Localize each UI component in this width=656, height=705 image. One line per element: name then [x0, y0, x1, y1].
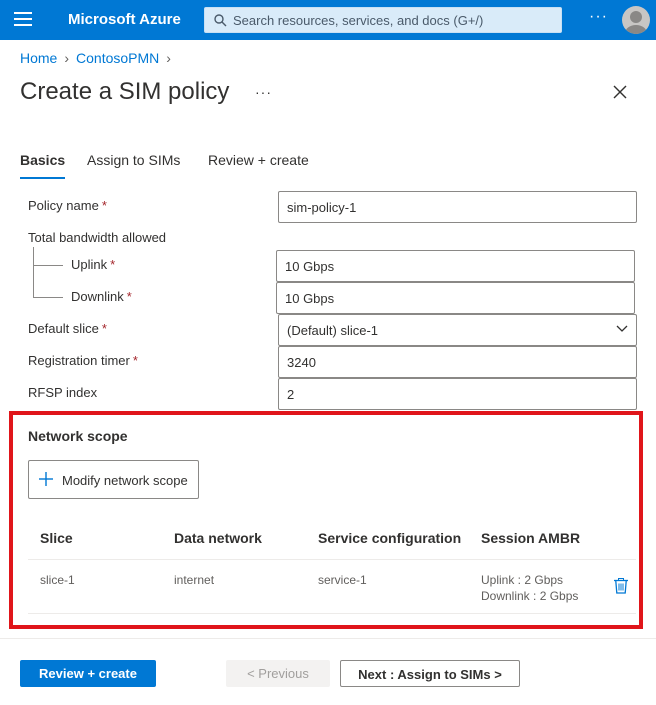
cell-ambr-downlink: Downlink : 2 Gbps [481, 589, 579, 603]
column-header-service-configuration[interactable]: Service configuration [318, 530, 461, 546]
tab-basics[interactable]: Basics [20, 152, 66, 179]
downlink-label-text: Downlink [71, 289, 124, 304]
menu-icon[interactable] [14, 12, 32, 28]
more-options-icon[interactable]: ··· [589, 8, 608, 26]
breadcrumb-home[interactable]: Home [20, 50, 57, 66]
cell-data-network: internet [174, 573, 215, 587]
rfsp-index-input[interactable]: 2 [278, 378, 637, 410]
next-button[interactable]: Next : Assign to SIMs > [340, 660, 520, 687]
downlink-label: Downlink * [71, 289, 132, 304]
plus-icon [39, 472, 53, 486]
review-create-button[interactable]: Review + create [20, 660, 156, 687]
table-divider [28, 559, 636, 560]
column-header-slice[interactable]: Slice [40, 530, 73, 546]
portal-brand[interactable]: Microsoft Azure [68, 11, 181, 28]
tree-connector [33, 265, 63, 266]
default-slice-dropdown[interactable]: (Default) slice-1 [278, 314, 637, 346]
registration-timer-label-text: Registration timer [28, 353, 130, 368]
cell-ambr-uplink: Uplink : 2 Gbps [481, 573, 564, 587]
required-marker: * [110, 257, 116, 272]
network-scope-title: Network scope [28, 428, 128, 444]
close-icon[interactable] [612, 84, 628, 105]
search-box[interactable]: Search resources, services, and docs (G+… [204, 7, 562, 33]
chevron-right-icon: › [166, 50, 171, 66]
page-title: Create a SIM policy [20, 78, 230, 105]
delete-icon[interactable] [614, 578, 628, 599]
previous-button[interactable]: < Previous [226, 660, 330, 687]
tab-review-create[interactable]: Review + create [208, 152, 309, 168]
tab-assign-to-sims[interactable]: Assign to SIMs [87, 152, 180, 168]
default-slice-label: Default slice * [28, 321, 107, 336]
breadcrumb-item[interactable]: ContosoPMN [76, 50, 159, 66]
column-header-data-network[interactable]: Data network [174, 530, 262, 546]
top-bar: Microsoft Azure Search resources, servic… [0, 0, 656, 40]
default-slice-value: (Default) slice-1 [287, 323, 379, 338]
uplink-input[interactable]: 10 Gbps [276, 250, 635, 282]
downlink-input[interactable]: 10 Gbps [276, 282, 635, 314]
default-slice-label-text: Default slice [28, 321, 99, 336]
required-marker: * [101, 321, 107, 336]
required-marker: * [126, 289, 132, 304]
modify-network-scope-button[interactable]: Modify network scope [28, 460, 199, 499]
registration-timer-input[interactable]: 3240 [278, 346, 637, 378]
breadcrumb: Home › ContosoPMN › [20, 50, 178, 66]
policy-name-label-text: Policy name [28, 198, 99, 213]
search-icon [214, 14, 227, 27]
uplink-label-text: Uplink [71, 257, 108, 272]
chevron-right-icon: › [64, 50, 70, 66]
column-header-session-ambr[interactable]: Session AMBR [481, 530, 580, 546]
title-more-icon[interactable]: ··· [255, 84, 272, 100]
modify-network-scope-label: Modify network scope [62, 473, 188, 488]
footer-divider [0, 638, 656, 639]
avatar[interactable] [622, 6, 650, 34]
policy-name-label: Policy name * [28, 198, 107, 213]
chevron-down-icon [616, 325, 628, 332]
required-marker: * [132, 353, 138, 368]
bandwidth-label: Total bandwidth allowed [28, 230, 167, 245]
policy-name-input[interactable]: sim-policy-1 [278, 191, 637, 223]
tree-connector [33, 247, 34, 297]
cell-service-configuration: service-1 [318, 573, 367, 587]
table-divider [28, 613, 636, 614]
required-marker: * [101, 198, 107, 213]
user-icon [625, 11, 647, 34]
uplink-label: Uplink * [71, 257, 115, 272]
search-placeholder: Search resources, services, and docs (G+… [233, 13, 484, 28]
tree-connector [33, 297, 63, 298]
registration-timer-label: Registration timer * [28, 353, 138, 368]
rfsp-index-label: RFSP index [28, 385, 98, 400]
cell-slice: slice-1 [40, 573, 75, 587]
